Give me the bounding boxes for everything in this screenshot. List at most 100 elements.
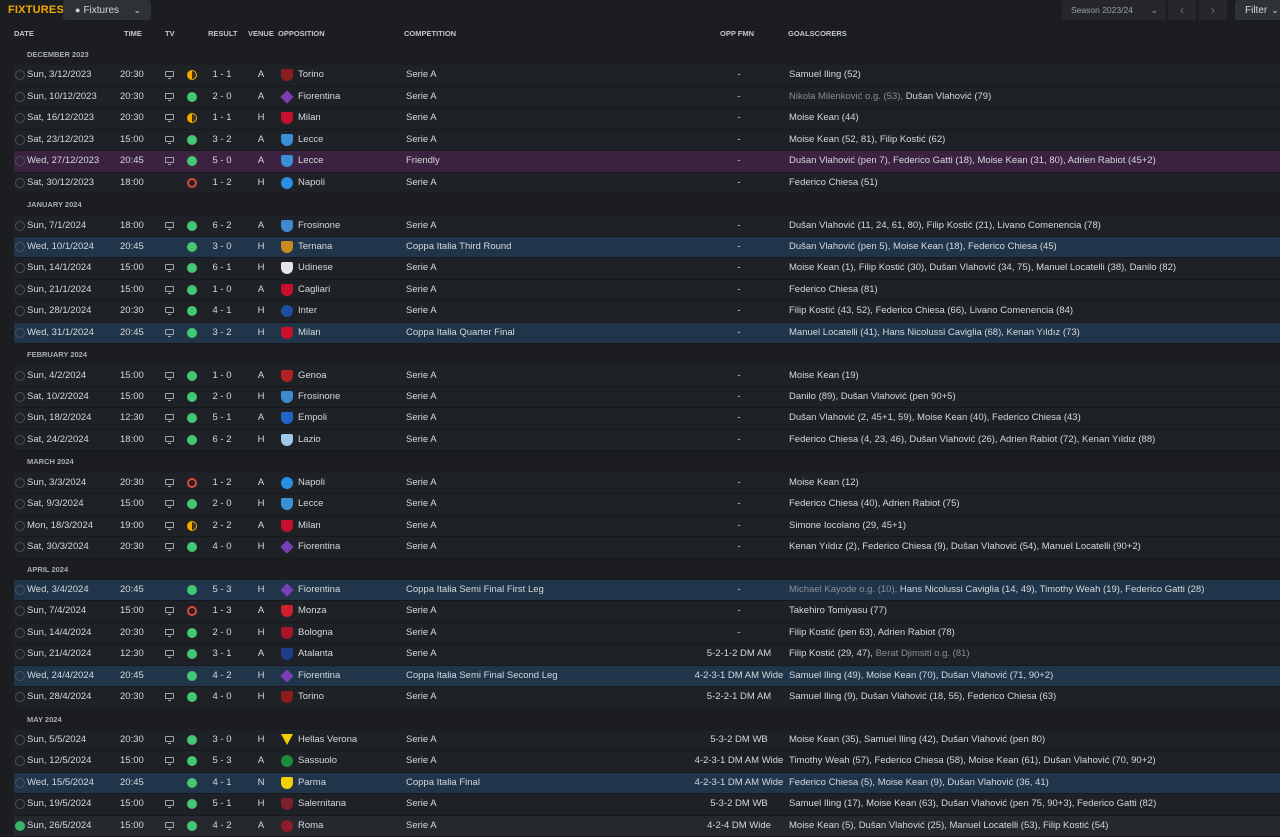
col-opposition[interactable]: OPPOSITION — [278, 29, 325, 38]
fixture-row[interactable]: Sun, 28/1/2024 20:30 4 - 1 H Inter Serie A - Fi… — [14, 301, 1280, 323]
match-score[interactable]: 5 - 3 — [204, 580, 240, 601]
opposition-name[interactable]: Cagliari — [298, 280, 330, 301]
fixture-row[interactable]: Sun, 7/1/2024 18:00 6 - 2 A Frosinone Serie A… — [14, 215, 1280, 237]
opposition-name[interactable]: Torino — [298, 687, 324, 708]
next-season-button[interactable]: › — [1199, 0, 1227, 20]
match-score[interactable]: 1 - 1 — [204, 108, 240, 129]
fixture-row[interactable]: Sun, 21/4/2024 12:30 3 - 1 A Atalanta Serie A… — [14, 644, 1280, 666]
opposition-name[interactable]: Lecce — [298, 130, 323, 151]
match-score[interactable]: 2 - 2 — [204, 516, 240, 537]
competition-name[interactable]: Serie A — [406, 408, 437, 429]
match-score[interactable]: 2 - 0 — [204, 494, 240, 515]
competition-name[interactable]: Serie A — [406, 687, 437, 708]
fixture-row[interactable]: Sun, 26/5/2024 15:00 4 - 2 A Roma Serie A 4-2-… — [14, 815, 1280, 837]
competition-name[interactable]: Serie A — [406, 216, 437, 237]
match-score[interactable]: 5 - 1 — [204, 794, 240, 815]
match-score[interactable]: 4 - 2 — [204, 816, 240, 837]
filter-button[interactable]: Filter ⌄ — [1235, 0, 1280, 20]
col-result[interactable]: RESULT — [208, 29, 237, 38]
opposition-name[interactable]: Lecce — [298, 494, 323, 515]
match-score[interactable]: 3 - 2 — [204, 130, 240, 151]
opposition-name[interactable]: Napoli — [298, 473, 325, 494]
competition-name[interactable]: Serie A — [406, 494, 437, 515]
competition-name[interactable]: Serie A — [406, 258, 437, 279]
season-dropdown[interactable]: Season 2023/24 ⌄ — [1062, 0, 1166, 20]
match-score[interactable]: 5 - 0 — [204, 151, 240, 172]
fixture-row[interactable]: Sun, 5/5/2024 20:30 3 - 0 H Hellas Verona Ser… — [14, 730, 1280, 752]
fixture-row[interactable]: Sat, 30/3/2024 20:30 4 - 0 H Fiorentina Serie… — [14, 537, 1280, 559]
match-score[interactable]: 4 - 1 — [204, 773, 240, 794]
competition-name[interactable]: Serie A — [406, 473, 437, 494]
col-time[interactable]: TIME — [124, 29, 142, 38]
match-score[interactable]: 6 - 2 — [204, 430, 240, 451]
fixture-row[interactable]: Sun, 14/1/2024 15:00 6 - 1 H Udinese Serie A -… — [14, 258, 1280, 280]
opposition-name[interactable]: Frosinone — [298, 387, 340, 408]
opposition-name[interactable]: Milan — [298, 108, 321, 129]
fixture-row[interactable]: Wed, 3/4/2024 20:45 5 - 3 H Fiorentina Coppa … — [14, 579, 1280, 602]
view-dropdown[interactable]: ● Fixtures ⌄ — [63, 0, 151, 20]
fixture-row[interactable]: Wed, 24/4/2024 20:45 4 - 2 H Fiorentina Coppa… — [14, 665, 1280, 688]
match-score[interactable]: 3 - 0 — [204, 730, 240, 751]
competition-name[interactable]: Serie A — [406, 87, 437, 108]
fixture-row[interactable]: Sat, 16/12/2023 20:30 1 - 1 H Milan Serie A - M… — [14, 108, 1280, 130]
match-score[interactable]: 1 - 2 — [204, 473, 240, 494]
match-score[interactable]: 1 - 0 — [204, 366, 240, 387]
match-score[interactable]: 4 - 2 — [204, 666, 240, 687]
fixture-row[interactable]: Wed, 31/1/2024 20:45 3 - 2 H Milan Coppa Ital… — [14, 322, 1280, 345]
prev-season-button[interactable]: ‹ — [1168, 0, 1196, 20]
competition-name[interactable]: Serie A — [406, 537, 437, 558]
fixture-row[interactable]: Sat, 10/2/2024 15:00 2 - 0 H Frosinone Serie … — [14, 387, 1280, 409]
fixture-row[interactable]: Sat, 30/12/2023 18:00 1 - 2 H Napoli Serie A -… — [14, 172, 1280, 195]
opposition-name[interactable]: Napoli — [298, 173, 325, 194]
competition-name[interactable]: Serie A — [406, 623, 437, 644]
competition-name[interactable]: Serie A — [406, 280, 437, 301]
match-score[interactable]: 1 - 1 — [204, 65, 240, 86]
fixture-row[interactable]: Sun, 12/5/2024 15:00 5 - 3 A Sassuolo Serie A… — [14, 751, 1280, 773]
fixture-row[interactable]: Sun, 3/3/2024 20:30 1 - 2 A Napoli Serie A - Mo… — [14, 472, 1280, 495]
opposition-name[interactable]: Bologna — [298, 623, 333, 644]
match-score[interactable]: 1 - 3 — [204, 601, 240, 622]
fixture-row[interactable]: Mon, 18/3/2024 19:00 2 - 2 A Milan Serie A - Si… — [14, 515, 1280, 538]
competition-name[interactable]: Serie A — [406, 794, 437, 815]
competition-name[interactable]: Serie A — [406, 430, 437, 451]
competition-name[interactable]: Coppa Italia Final — [406, 773, 480, 794]
match-score[interactable]: 6 - 1 — [204, 258, 240, 279]
opposition-name[interactable]: Milan — [298, 516, 321, 537]
competition-name[interactable]: Serie A — [406, 65, 437, 86]
match-score[interactable]: 2 - 0 — [204, 387, 240, 408]
fixture-row[interactable]: Sun, 18/2/2024 12:30 5 - 1 A Empoli Serie A - D… — [14, 408, 1280, 430]
fixture-row[interactable]: Sun, 14/4/2024 20:30 2 - 0 H Bologna Serie A -… — [14, 622, 1280, 645]
competition-name[interactable]: Coppa Italia Third Round — [406, 237, 511, 258]
opposition-name[interactable]: Torino — [298, 65, 324, 86]
col-tv[interactable]: TV — [165, 29, 175, 38]
fixture-row[interactable]: Sun, 21/1/2024 15:00 1 - 0 A Cagliari Serie A… — [14, 279, 1280, 302]
competition-name[interactable]: Serie A — [406, 173, 437, 194]
match-score[interactable]: 6 - 2 — [204, 216, 240, 237]
fixture-row[interactable]: Sun, 28/4/2024 20:30 4 - 0 H Torino Serie A 5-… — [14, 687, 1280, 709]
competition-name[interactable]: Friendly — [406, 151, 440, 172]
match-score[interactable]: 3 - 1 — [204, 644, 240, 665]
opposition-name[interactable]: Hellas Verona — [298, 730, 357, 751]
fixture-row[interactable]: Sun, 3/12/2023 20:30 1 - 1 A Torino Serie A - S… — [14, 65, 1280, 87]
competition-name[interactable]: Serie A — [406, 108, 437, 129]
col-competition[interactable]: COMPETITION — [404, 29, 456, 38]
opposition-name[interactable]: Fiorentina — [298, 87, 340, 108]
fixture-row[interactable]: Wed, 10/1/2024 20:45 3 - 0 H Ternana Coppa It… — [14, 236, 1280, 259]
opposition-name[interactable]: Udinese — [298, 258, 333, 279]
opposition-name[interactable]: Genoa — [298, 366, 327, 387]
opposition-name[interactable]: Lazio — [298, 430, 321, 451]
fixture-row[interactable]: Sat, 23/12/2023 15:00 3 - 2 A Lecce Serie A - M… — [14, 129, 1280, 152]
match-score[interactable]: 5 - 1 — [204, 408, 240, 429]
opposition-name[interactable]: Sassuolo — [298, 751, 337, 772]
fixture-row[interactable]: Sat, 9/3/2024 15:00 2 - 0 H Lecce Serie A - Fed… — [14, 494, 1280, 516]
competition-name[interactable]: Serie A — [406, 601, 437, 622]
col-venue[interactable]: VENUE — [248, 29, 274, 38]
opposition-name[interactable]: Lecce — [298, 151, 323, 172]
competition-name[interactable]: Serie A — [406, 751, 437, 772]
opposition-name[interactable]: Frosinone — [298, 216, 340, 237]
col-opp-fmn[interactable]: OPP FMN — [720, 29, 754, 38]
match-score[interactable]: 3 - 2 — [204, 323, 240, 344]
competition-name[interactable]: Serie A — [406, 130, 437, 151]
match-score[interactable]: 3 - 0 — [204, 237, 240, 258]
fixture-row[interactable]: Wed, 27/12/2023 20:45 5 - 0 A Lecce Friendly -… — [14, 151, 1280, 173]
